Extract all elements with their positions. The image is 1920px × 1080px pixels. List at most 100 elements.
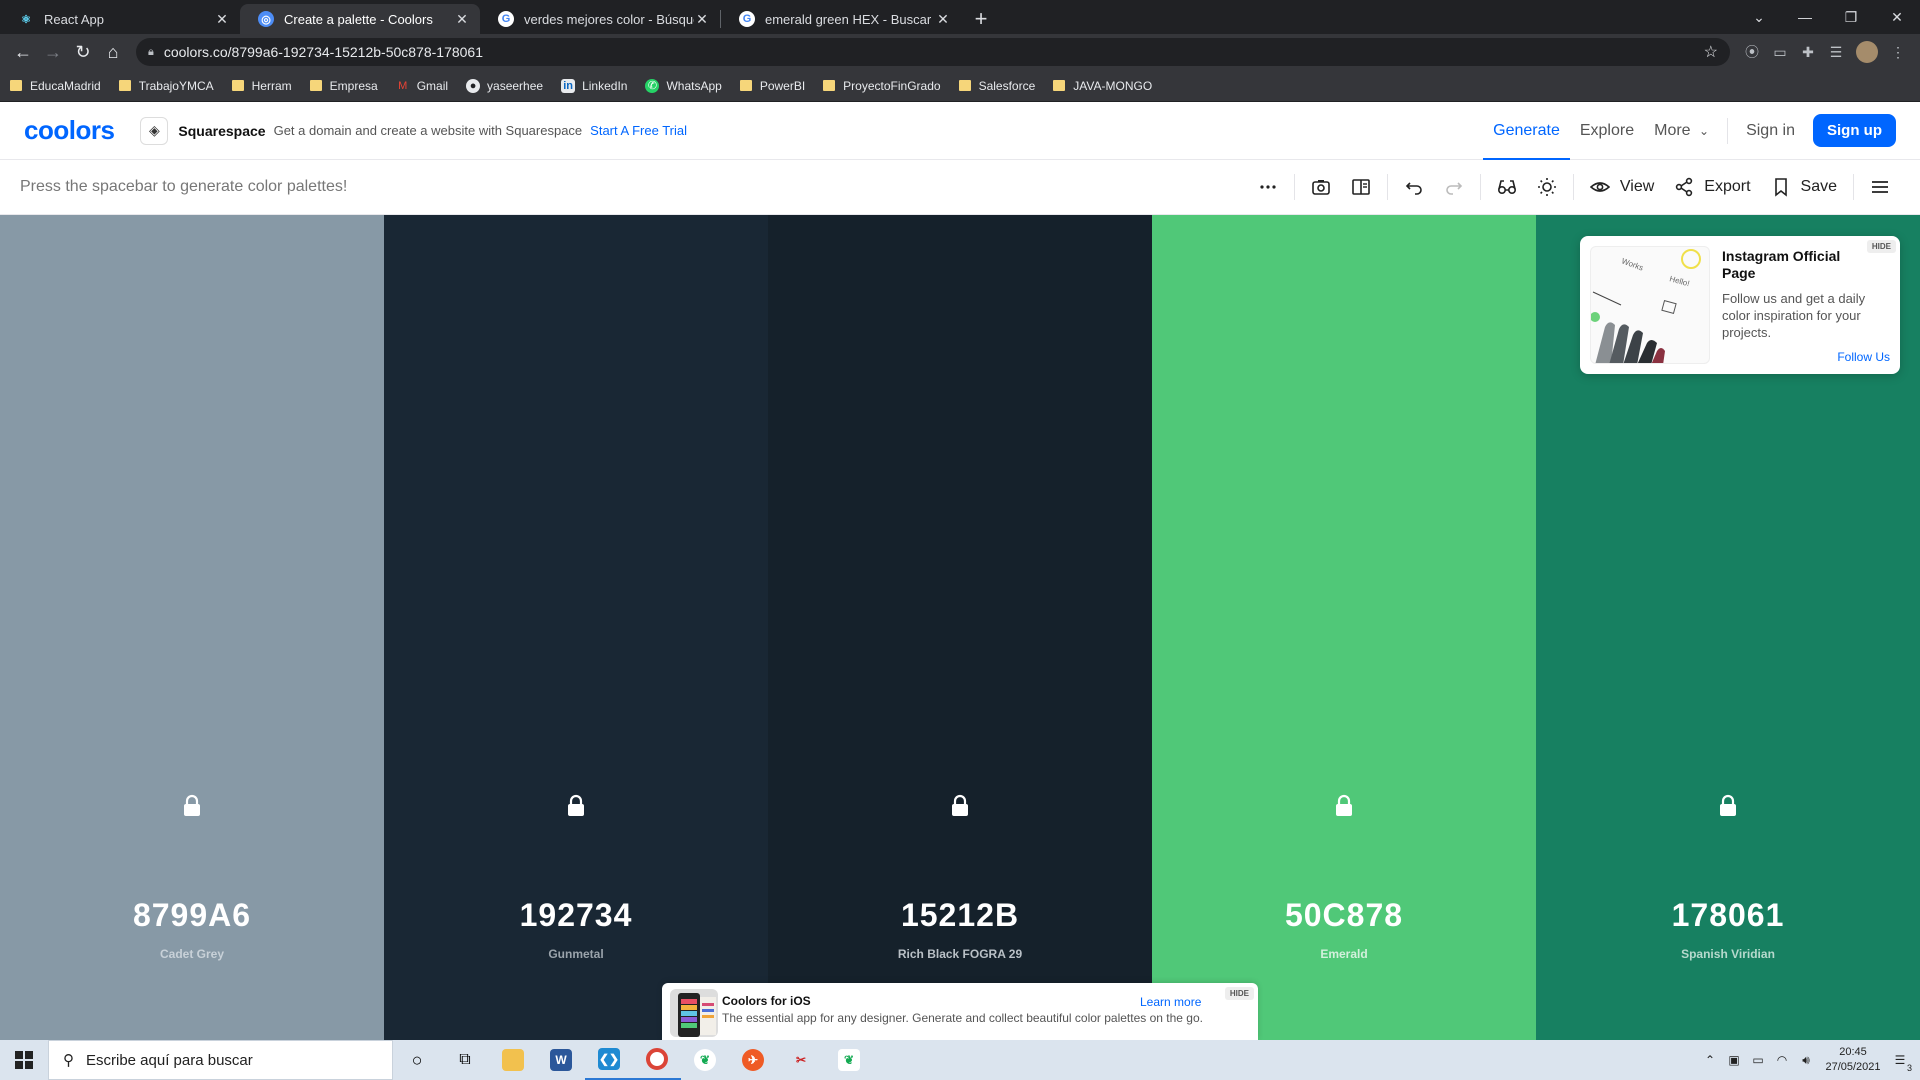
hide-banner-button[interactable]: HIDE — [1224, 987, 1254, 1000]
lock-icon[interactable] — [948, 793, 972, 817]
color-name[interactable]: Gunmetal — [384, 947, 768, 961]
bookmark-star-icon[interactable]: ☆ — [1704, 42, 1718, 62]
bookmark-gmail[interactable]: M Gmail — [396, 79, 448, 93]
home-icon[interactable]: ⌂ — [98, 37, 128, 67]
forward-arrow-icon[interactable]: → — [38, 37, 68, 67]
bookmark-trabajoymca[interactable]: TrabajoYMCA — [118, 79, 214, 93]
mongodb-button[interactable]: ❦ — [825, 1040, 873, 1080]
battery-icon[interactable]: ▭ — [1746, 1053, 1770, 1067]
taskbar-search-box[interactable]: ⚲ Escribe aquí para buscar — [48, 1040, 393, 1080]
browser-tab[interactable]: G verdes mejores color - Búsqueda ✕ — [480, 4, 720, 34]
ad-cta-link[interactable]: Start A Free Trial — [590, 123, 687, 138]
color-swatch[interactable]: 50C878 Emerald — [1152, 215, 1536, 1040]
mongodb-compass-button[interactable]: ❦ — [681, 1040, 729, 1080]
view-button[interactable]: View — [1580, 160, 1664, 215]
more-options-button[interactable] — [1248, 160, 1288, 215]
lock-icon[interactable] — [1716, 793, 1740, 817]
bookmark-java-mongo[interactable]: JAVA-MONGO — [1053, 79, 1152, 93]
word-button[interactable]: W — [537, 1040, 585, 1080]
browser-tab[interactable]: ⚛ React App ✕ — [0, 4, 240, 34]
color-name[interactable]: Spanish Viridian — [1536, 947, 1920, 961]
color-swatch[interactable]: 15212B Rich Black FOGRA 29 — [768, 215, 1152, 1040]
bookmark-github[interactable]: ● yaseerhee — [466, 78, 543, 93]
wifi-icon[interactable]: ◠ — [1770, 1053, 1794, 1067]
reload-icon[interactable]: ↻ — [68, 37, 98, 67]
bookmark-salesforce[interactable]: Salesforce — [958, 79, 1035, 93]
sign-in-link[interactable]: Sign in — [1736, 102, 1805, 160]
volume-icon[interactable]: 🔊︎ — [1794, 1053, 1818, 1068]
postman-button[interactable]: ✈ — [729, 1040, 777, 1080]
color-name[interactable]: Emerald — [1152, 947, 1536, 961]
browser-tab[interactable]: G emerald green HEX - Buscar con ✕ — [721, 4, 961, 34]
cortana-button[interactable]: ○ — [393, 1040, 441, 1080]
chrome-button[interactable] — [633, 1040, 681, 1080]
extension-icon[interactable]: ⦿ — [1738, 38, 1766, 66]
color-blindness-button[interactable] — [1487, 160, 1527, 215]
menu-dots-icon[interactable]: ⋮ — [1884, 38, 1912, 66]
color-swatch[interactable]: 192734 Gunmetal — [384, 215, 768, 1040]
cast-icon[interactable]: ▭ — [1766, 38, 1794, 66]
undo-button[interactable] — [1394, 160, 1434, 215]
url-text[interactable]: coolors.co/8799a6-192734-15212b-50c878-1… — [164, 44, 1704, 60]
hide-card-button[interactable]: HIDE — [1866, 240, 1896, 253]
notification-center-icon[interactable]: ☰ 3 — [1888, 1053, 1912, 1073]
color-name[interactable]: Cadet Grey — [0, 947, 384, 961]
export-button[interactable]: Export — [1664, 160, 1760, 215]
squarespace-ad[interactable]: ◈ Squarespace Get a domain and create a … — [140, 116, 687, 145]
hex-code[interactable]: 15212B — [768, 897, 1152, 934]
system-clock[interactable]: 20:45 27/05/2021 — [1818, 1045, 1888, 1075]
hex-code[interactable]: 50C878 — [1152, 897, 1536, 934]
redo-button[interactable] — [1434, 160, 1474, 215]
bookmark-proyectofingrado[interactable]: ProyectoFinGrado — [823, 79, 941, 93]
save-button[interactable]: Save — [1761, 160, 1847, 215]
hex-code[interactable]: 192734 — [384, 897, 768, 934]
color-name[interactable]: Rich Black FOGRA 29 — [768, 947, 1152, 961]
hamburger-menu-button[interactable] — [1860, 160, 1900, 215]
start-button[interactable] — [0, 1040, 48, 1080]
bookmark-educamadrid[interactable]: EducaMadrid — [10, 79, 101, 93]
task-view-button[interactable]: ⧉ — [441, 1040, 489, 1080]
adjust-button[interactable] — [1527, 160, 1567, 215]
bookmark-empresa[interactable]: Empresa — [309, 79, 378, 93]
nav-generate[interactable]: Generate — [1483, 102, 1570, 160]
bookmark-herram[interactable]: Herram — [231, 79, 292, 93]
follow-us-link[interactable]: Follow Us — [1837, 350, 1890, 364]
puzzle-icon[interactable]: ✚ — [1794, 38, 1822, 66]
chevron-up-icon[interactable]: ⌃ — [1698, 1053, 1722, 1067]
lock-icon[interactable] — [564, 793, 588, 817]
nav-explore[interactable]: Explore — [1570, 102, 1644, 160]
file-explorer-button[interactable] — [489, 1040, 537, 1080]
back-arrow-icon[interactable]: ← — [8, 37, 38, 67]
hex-code[interactable]: 178061 — [1536, 897, 1920, 934]
minimize-icon[interactable]: — — [1782, 9, 1828, 25]
bookmark-whatsapp[interactable]: ✆ WhatsApp — [645, 78, 722, 93]
close-icon[interactable]: ✕ — [214, 11, 230, 27]
sign-up-button[interactable]: Sign up — [1813, 114, 1896, 147]
new-tab-button[interactable]: + — [967, 6, 995, 34]
reading-list-icon[interactable]: ☰ — [1822, 38, 1850, 66]
snipping-tool-button[interactable]: ✂ — [777, 1040, 825, 1080]
lock-icon[interactable] — [1332, 793, 1356, 817]
nav-more[interactable]: More ⌄ — [1644, 102, 1719, 160]
tab-search-icon[interactable]: ⌄ — [1736, 9, 1782, 26]
lock-icon[interactable] — [180, 793, 204, 817]
browser-tab-active[interactable]: ◎ Create a palette - Coolors ✕ — [240, 4, 480, 34]
restore-icon[interactable]: ❐ — [1828, 9, 1874, 26]
device-icon[interactable]: ▣ — [1722, 1053, 1746, 1067]
profile-avatar[interactable] — [1856, 41, 1878, 63]
hex-code[interactable]: 8799A6 — [0, 897, 384, 934]
address-bar[interactable]: 🔒︎ coolors.co/8799a6-192734-15212b-50c87… — [136, 38, 1730, 66]
color-swatch[interactable]: 8799A6 Cadet Grey — [0, 215, 384, 1040]
close-window-icon[interactable]: ✕ — [1874, 9, 1920, 26]
vscode-button[interactable]: ❮❯ — [585, 1040, 633, 1080]
close-icon[interactable]: ✕ — [694, 11, 710, 27]
screenshot-button[interactable] — [1301, 160, 1341, 215]
bookmark-linkedin[interactable]: in LinkedIn — [561, 78, 627, 93]
close-icon[interactable]: ✕ — [454, 11, 470, 27]
coolors-logo[interactable]: coolors — [24, 115, 115, 146]
close-icon[interactable]: ✕ — [935, 11, 951, 27]
bookmark-powerbi[interactable]: PowerBI — [739, 79, 805, 93]
lock-icon[interactable]: 🔒︎ — [148, 46, 154, 59]
learn-more-link[interactable]: Learn more — [1140, 995, 1201, 1009]
side-panel-button[interactable] — [1341, 160, 1381, 215]
